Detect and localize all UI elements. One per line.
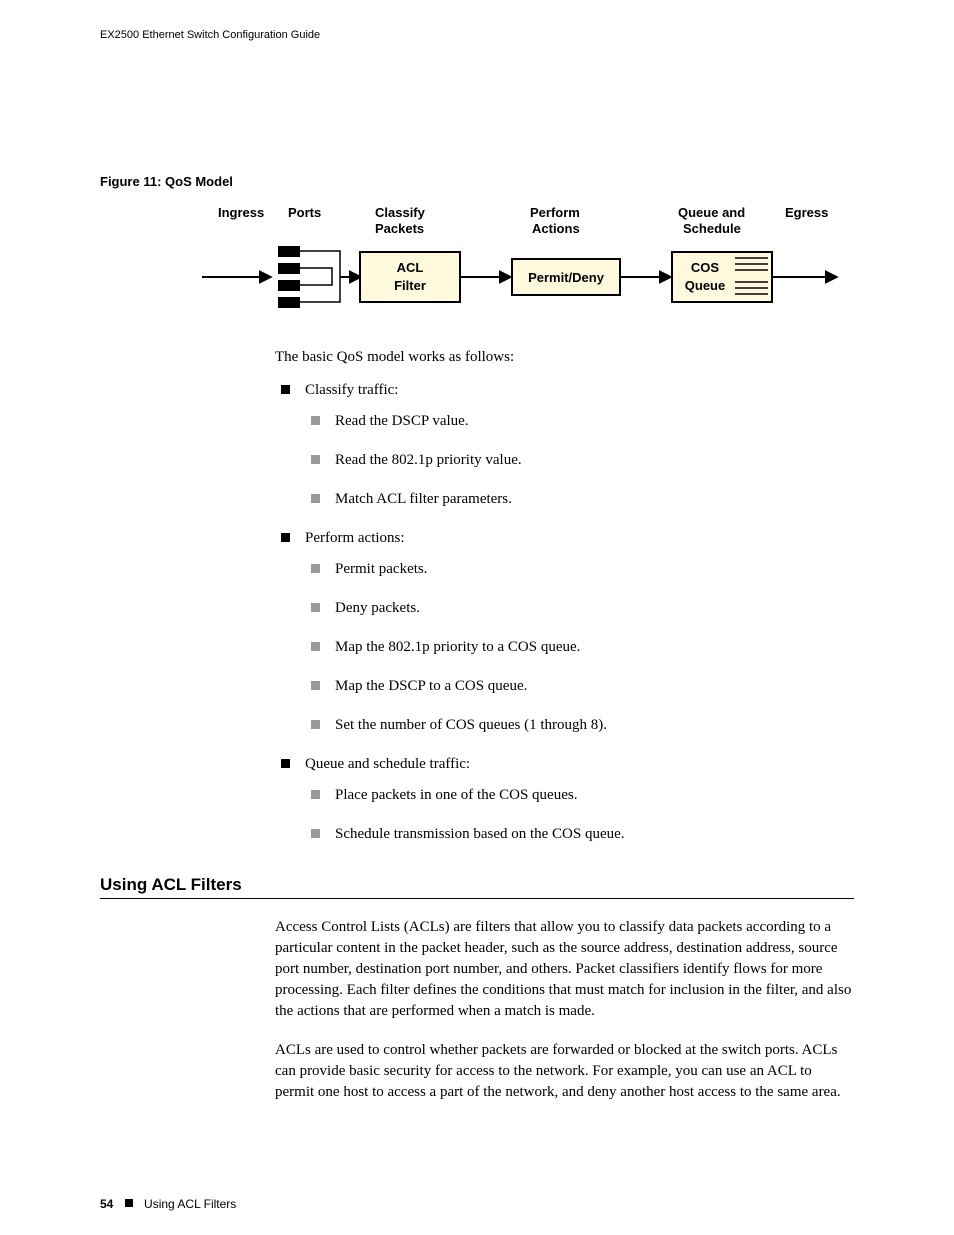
- box-acl-2: Filter: [394, 278, 426, 293]
- para-2: ACLs are used to control whether packets…: [275, 1040, 854, 1103]
- page: EX2500 Ethernet Switch Configuration Gui…: [0, 0, 954, 1235]
- list-text: Perform actions:: [305, 530, 405, 546]
- label-ingress: Ingress: [218, 205, 264, 220]
- label-ports: Ports: [288, 205, 321, 220]
- list-item: Deny packets.: [305, 598, 854, 619]
- section-body: Access Control Lists (ACLs) are filters …: [275, 917, 854, 1103]
- label-classify-2: Packets: [375, 221, 424, 236]
- label-queue-2: Schedule: [683, 221, 741, 236]
- label-classify-1: Classify: [375, 205, 426, 220]
- list-item: Permit packets.: [305, 559, 854, 580]
- label-queue-1: Queue and: [678, 205, 745, 220]
- label-perform-1: Perform: [530, 205, 580, 220]
- list-text: Classify traffic:: [305, 382, 398, 398]
- list-item: Perform actions: Permit packets. Deny pa…: [275, 528, 854, 736]
- running-header: EX2500 Ethernet Switch Configuration Gui…: [100, 28, 854, 43]
- label-perform-2: Actions: [532, 221, 580, 236]
- list-item: Set the number of COS queues (1 through …: [305, 715, 854, 736]
- footer-section: Using ACL Filters: [144, 1197, 236, 1211]
- list-text: Queue and schedule traffic:: [305, 756, 470, 772]
- qos-diagram: Ingress Ports Classify Packets Perform A…: [200, 202, 840, 329]
- list-item: Read the DSCP value.: [305, 411, 854, 432]
- box-acl-1: ACL: [397, 260, 424, 275]
- list-item: Match ACL filter parameters.: [305, 489, 854, 510]
- figure-caption: Figure 11: QoS Model: [100, 173, 854, 191]
- list-item: Queue and schedule traffic: Place packet…: [275, 754, 854, 845]
- qos-steps-list: Classify traffic: Read the DSCP value. R…: [275, 380, 854, 845]
- list-item: Map the DSCP to a COS queue.: [305, 676, 854, 697]
- list-item: Map the 802.1p priority to a COS queue.: [305, 637, 854, 658]
- list-item: Read the 802.1p priority value.: [305, 450, 854, 471]
- page-footer: 54 Using ACL Filters: [100, 1196, 236, 1213]
- page-number: 54: [100, 1197, 113, 1211]
- square-icon: [125, 1199, 133, 1207]
- box-cos-2: Queue: [685, 278, 725, 293]
- box-permit: Permit/Deny: [528, 270, 605, 285]
- list-item: Schedule transmission based on the COS q…: [305, 824, 854, 845]
- box-cos-1: COS: [691, 260, 720, 275]
- para-1: Access Control Lists (ACLs) are filters …: [275, 917, 854, 1022]
- body-content: The basic QoS model works as follows: Cl…: [275, 347, 854, 845]
- list-item: Place packets in one of the COS queues.: [305, 785, 854, 806]
- section-heading: Using ACL Filters: [100, 873, 854, 900]
- label-egress: Egress: [785, 205, 828, 220]
- list-item: Classify traffic: Read the DSCP value. R…: [275, 380, 854, 510]
- intro-text: The basic QoS model works as follows:: [275, 347, 854, 368]
